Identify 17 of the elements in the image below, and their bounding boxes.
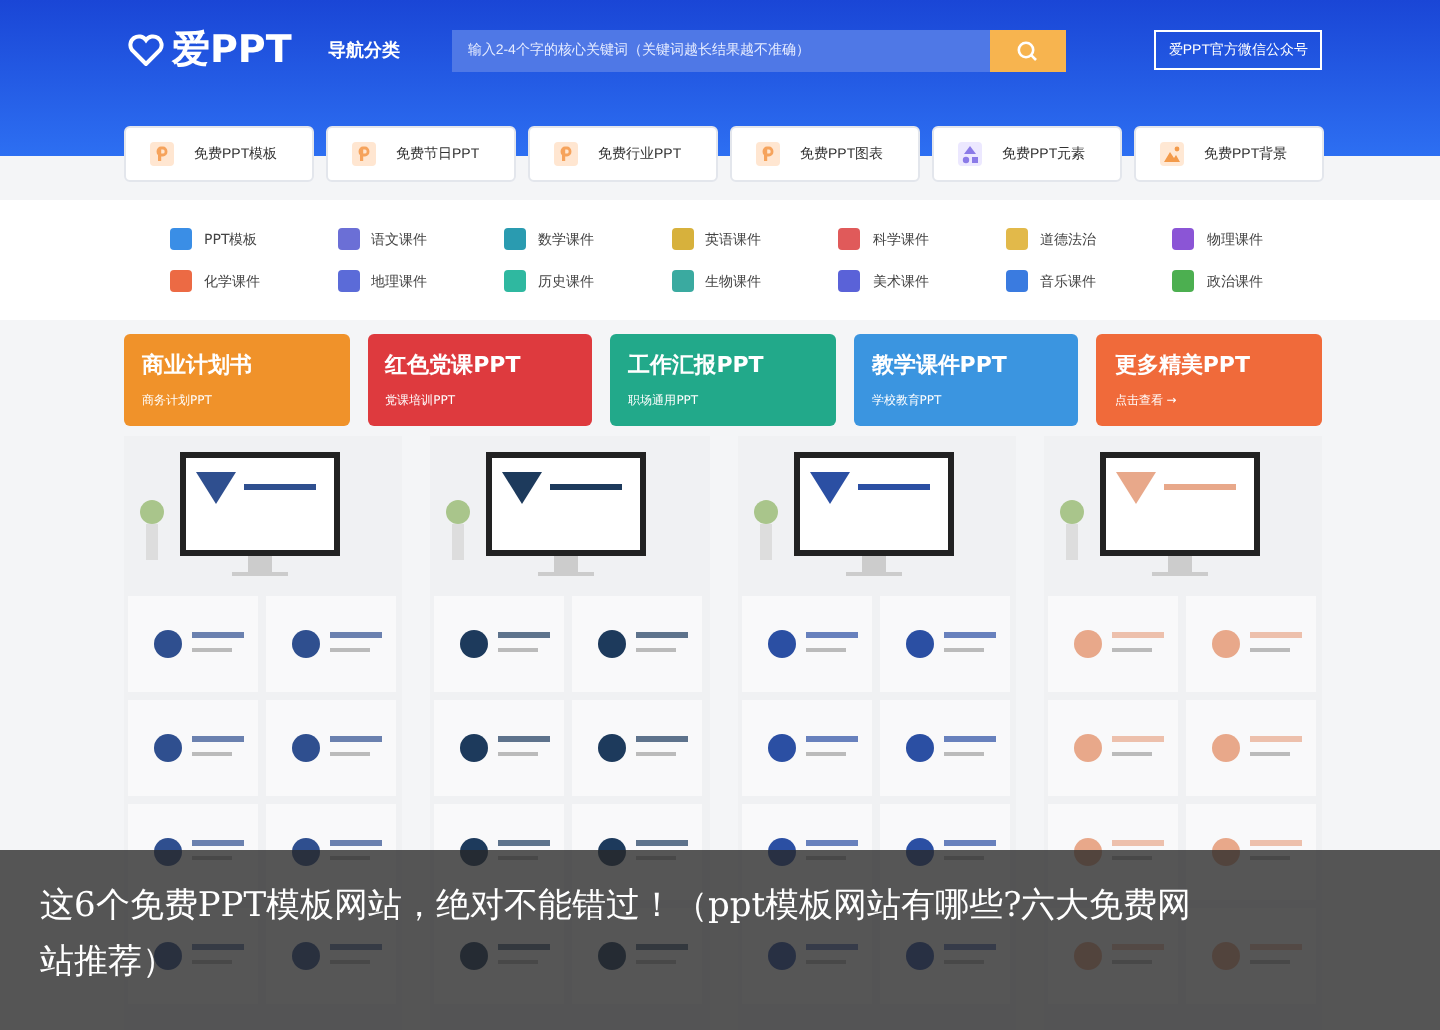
image-icon [1160, 142, 1184, 166]
article-caption: 这6个免费PPT模板网站，绝对不能错过！（ppt模板网站有哪些?六大免费网站推荐） [40, 884, 1194, 986]
banner-title: 工作汇报PPT [628, 350, 766, 380]
nav-category-link[interactable]: 导航分类 [327, 37, 400, 63]
search-icon [1016, 39, 1039, 61]
banner-title: 教学课件PPT [871, 350, 1009, 380]
search-button[interactable] [989, 29, 1066, 71]
banner-title: 商业计划书 [142, 350, 254, 380]
site-logo[interactable]: 爱PPT [172, 24, 292, 76]
banner-title: 红色党课PPT [385, 350, 523, 380]
document-icon [554, 142, 578, 166]
shapes-icon [958, 142, 982, 166]
banner-title: 更多精美PPT [1114, 350, 1253, 380]
document-icon [756, 142, 780, 166]
heart-logo-icon [128, 34, 164, 66]
document-icon [150, 142, 174, 166]
document-icon [352, 142, 376, 166]
